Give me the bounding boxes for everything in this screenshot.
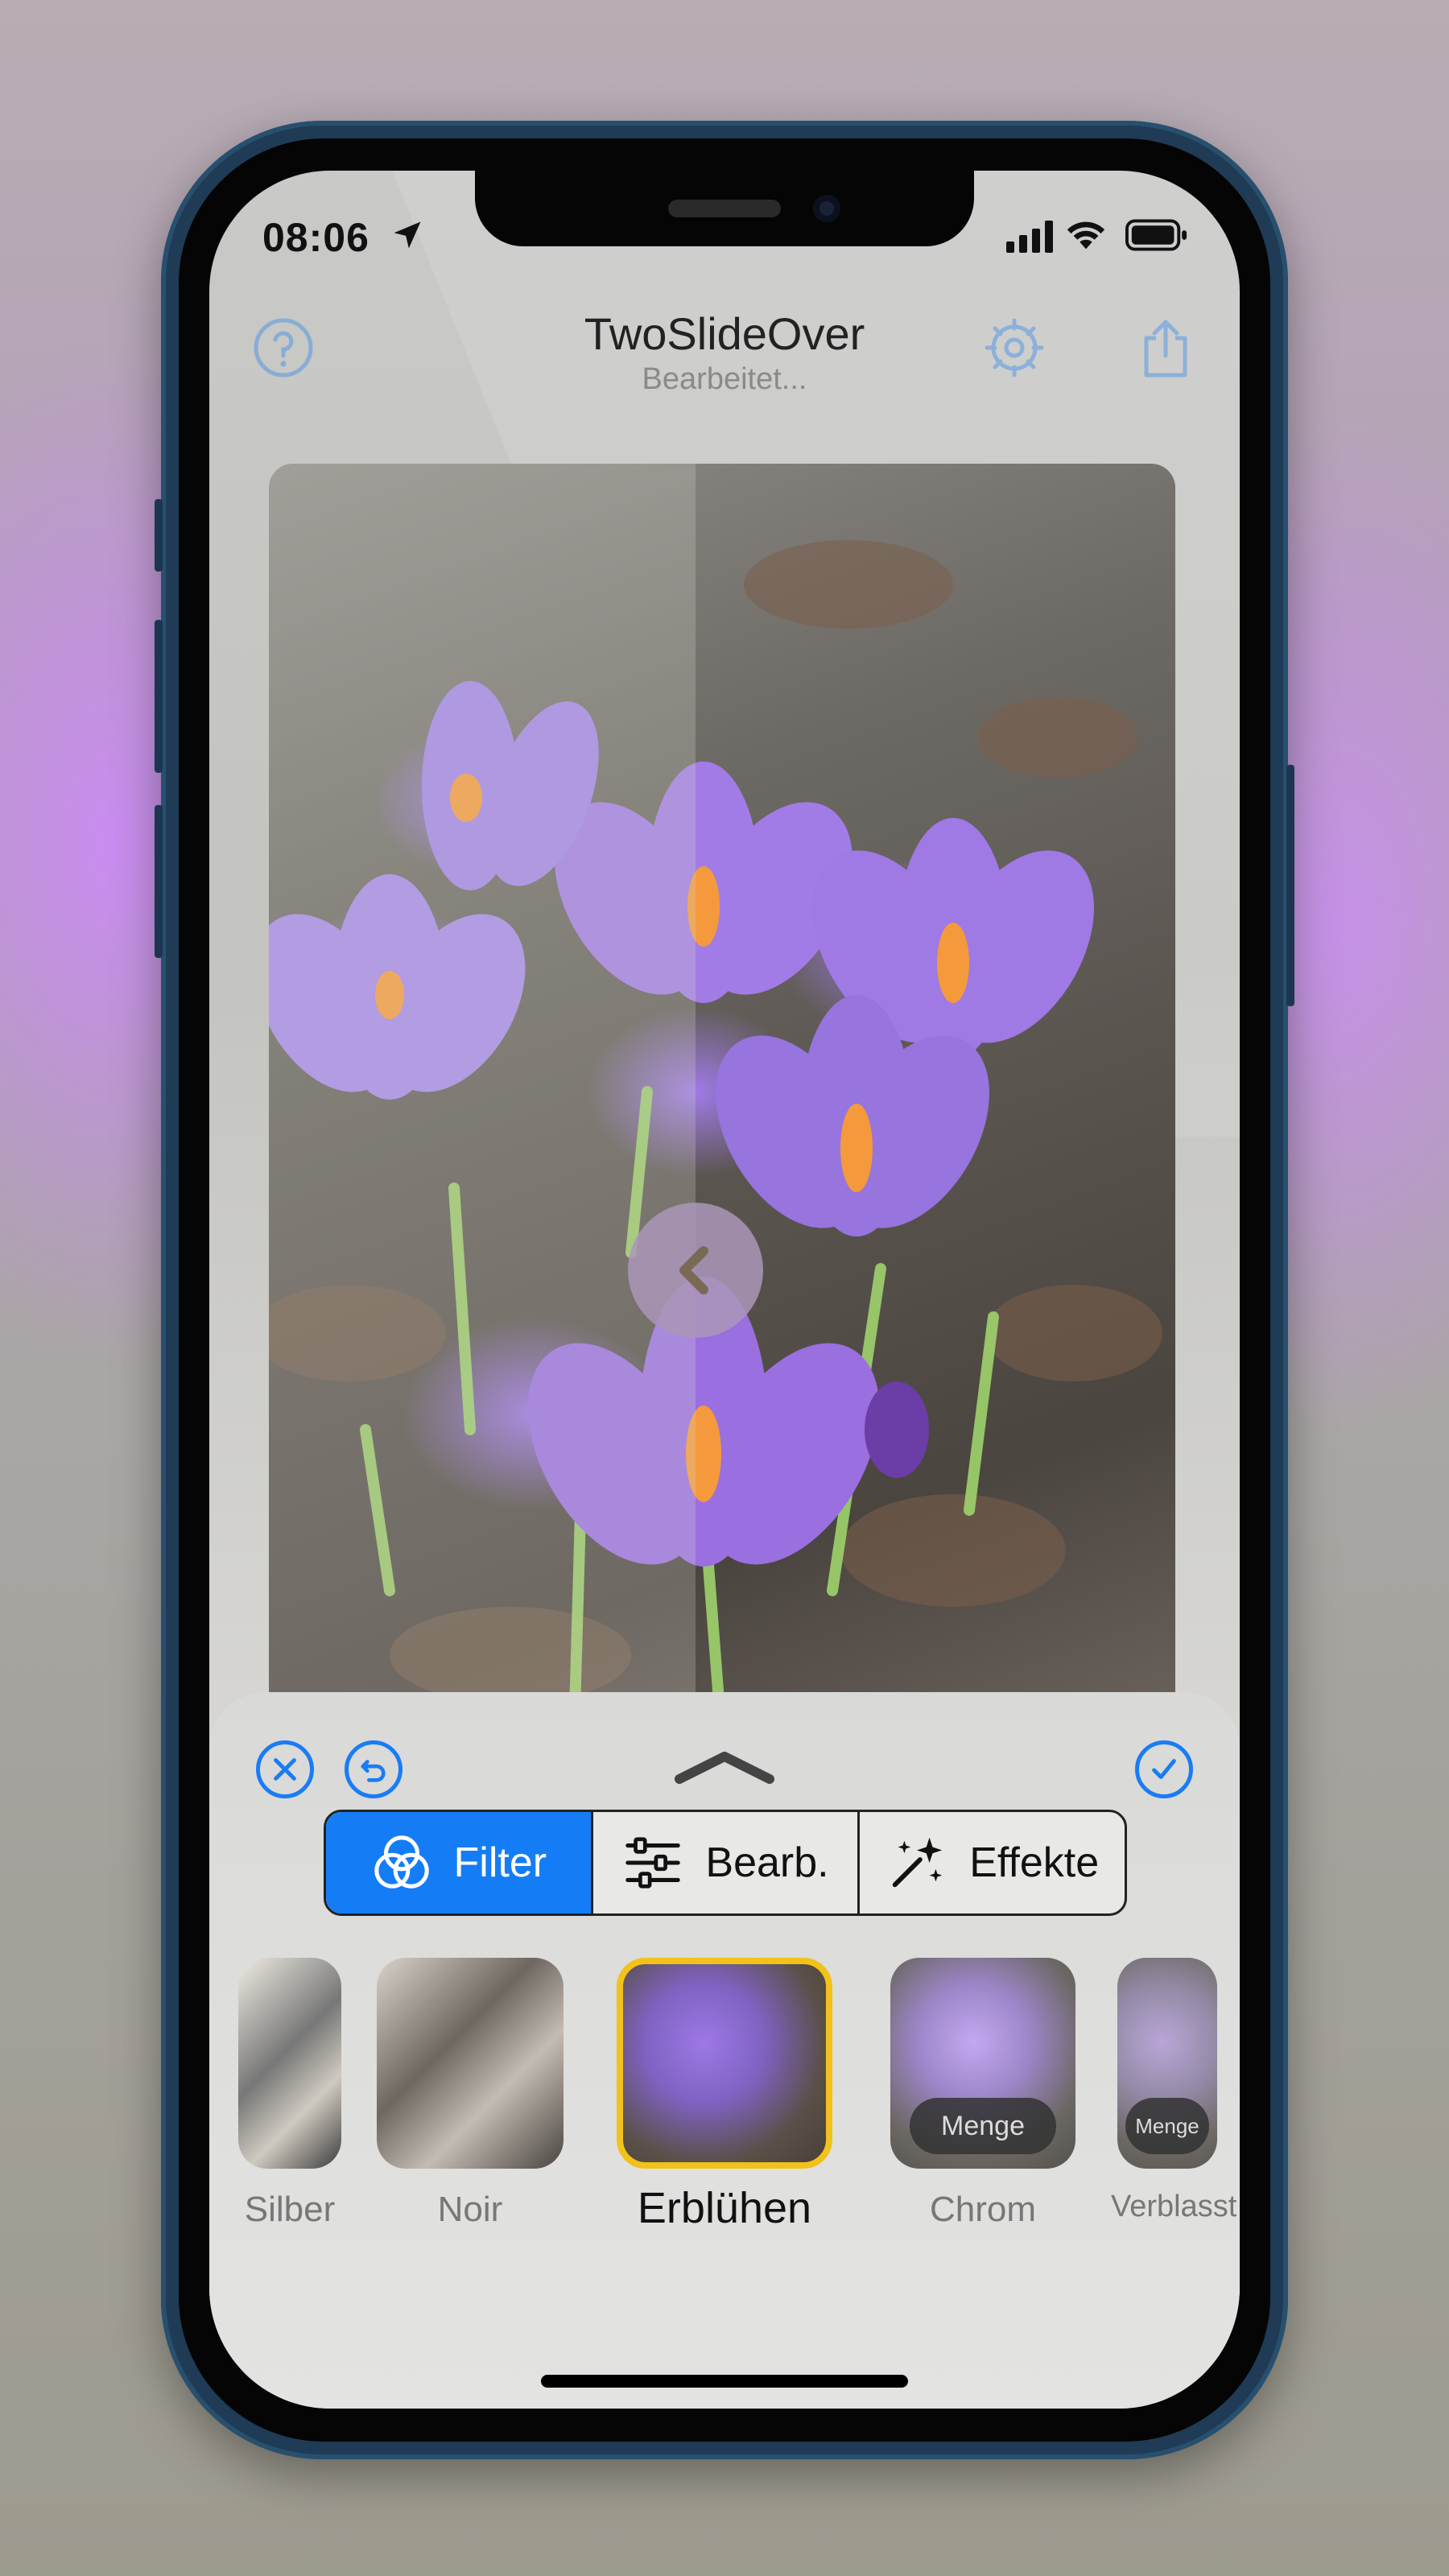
- checkmark-icon: [1152, 1759, 1176, 1779]
- undo-icon: [361, 1760, 386, 1782]
- filter-thumb-chrom[interactable]: Menge: [890, 1958, 1075, 2169]
- filter-label-erbluehen: Erblühen: [637, 2184, 812, 2232]
- compare-slider-handle[interactable]: [628, 1203, 763, 1338]
- battery-icon: [1125, 219, 1187, 251]
- original-photo-overlay: [269, 464, 696, 1719]
- front-camera: [813, 195, 840, 222]
- volume-down-button: [155, 805, 163, 958]
- sliders-icon: [625, 1837, 681, 1889]
- volume-up-button: [155, 620, 163, 773]
- power-button: [1286, 765, 1294, 1006]
- chevron-up-icon[interactable]: [673, 1747, 776, 1785]
- app-subtitle: Bearbeitet...: [642, 362, 807, 396]
- filter-label-silber: Silber: [244, 2190, 336, 2229]
- home-indicator[interactable]: [541, 2375, 908, 2388]
- segment-effects-label: Effekte: [969, 1839, 1100, 1886]
- location-arrow-icon: [394, 221, 421, 249]
- amount-pill[interactable]: Menge: [1125, 2098, 1209, 2154]
- filter-thumb-silber[interactable]: [238, 1958, 341, 2169]
- segment-effects[interactable]: Effekte: [860, 1812, 1125, 1913]
- mode-segmented-control: Filter Bearb. Effekte: [324, 1810, 1127, 1916]
- chevron-left-icon: [679, 1246, 708, 1294]
- segment-filter-label: Filter: [453, 1839, 547, 1886]
- app-title: TwoSlideOver: [584, 308, 865, 359]
- photo-compare-view[interactable]: [269, 464, 1175, 1719]
- settings-gear-icon[interactable]: [982, 316, 1046, 380]
- cancel-button[interactable]: [256, 1740, 314, 1798]
- undo-button[interactable]: [345, 1740, 402, 1798]
- app-screen: 08:06 TwoSlideOver Bearbeitet... Filter …: [209, 171, 1240, 2409]
- magic-wand-icon: [892, 1837, 943, 1888]
- mute-switch: [155, 499, 163, 572]
- share-icon[interactable]: [1133, 316, 1198, 380]
- filter-label-noir: Noir: [437, 2190, 503, 2229]
- wifi-icon: [1067, 221, 1105, 250]
- close-icon: [274, 1758, 296, 1781]
- earpiece-speaker: [668, 200, 781, 217]
- amount-pill[interactable]: Menge: [910, 2098, 1056, 2154]
- filter-label-verblasst: Verblasst: [1111, 2190, 1237, 2223]
- segment-filter[interactable]: Filter: [326, 1812, 593, 1913]
- filter-thumb-verblasst[interactable]: Menge: [1117, 1958, 1217, 2169]
- filter-thumb-noir[interactable]: [377, 1958, 564, 2169]
- segment-edit[interactable]: Bearb.: [593, 1812, 861, 1913]
- filter-label-chrom: Chrom: [929, 2190, 1037, 2229]
- cellular-signal-icon: [1006, 221, 1053, 253]
- segment-edit-label: Bearb.: [705, 1839, 829, 1886]
- edit-panel: Filter Bearb. Effekte Menge Menge Silber…: [209, 1692, 1240, 2409]
- filter-circles-icon: [374, 1835, 429, 1889]
- status-time: 08:06: [262, 215, 369, 260]
- camera-notch: [475, 171, 974, 246]
- confirm-button[interactable]: [1135, 1740, 1193, 1798]
- filter-thumb-erbluehen[interactable]: [617, 1958, 832, 2169]
